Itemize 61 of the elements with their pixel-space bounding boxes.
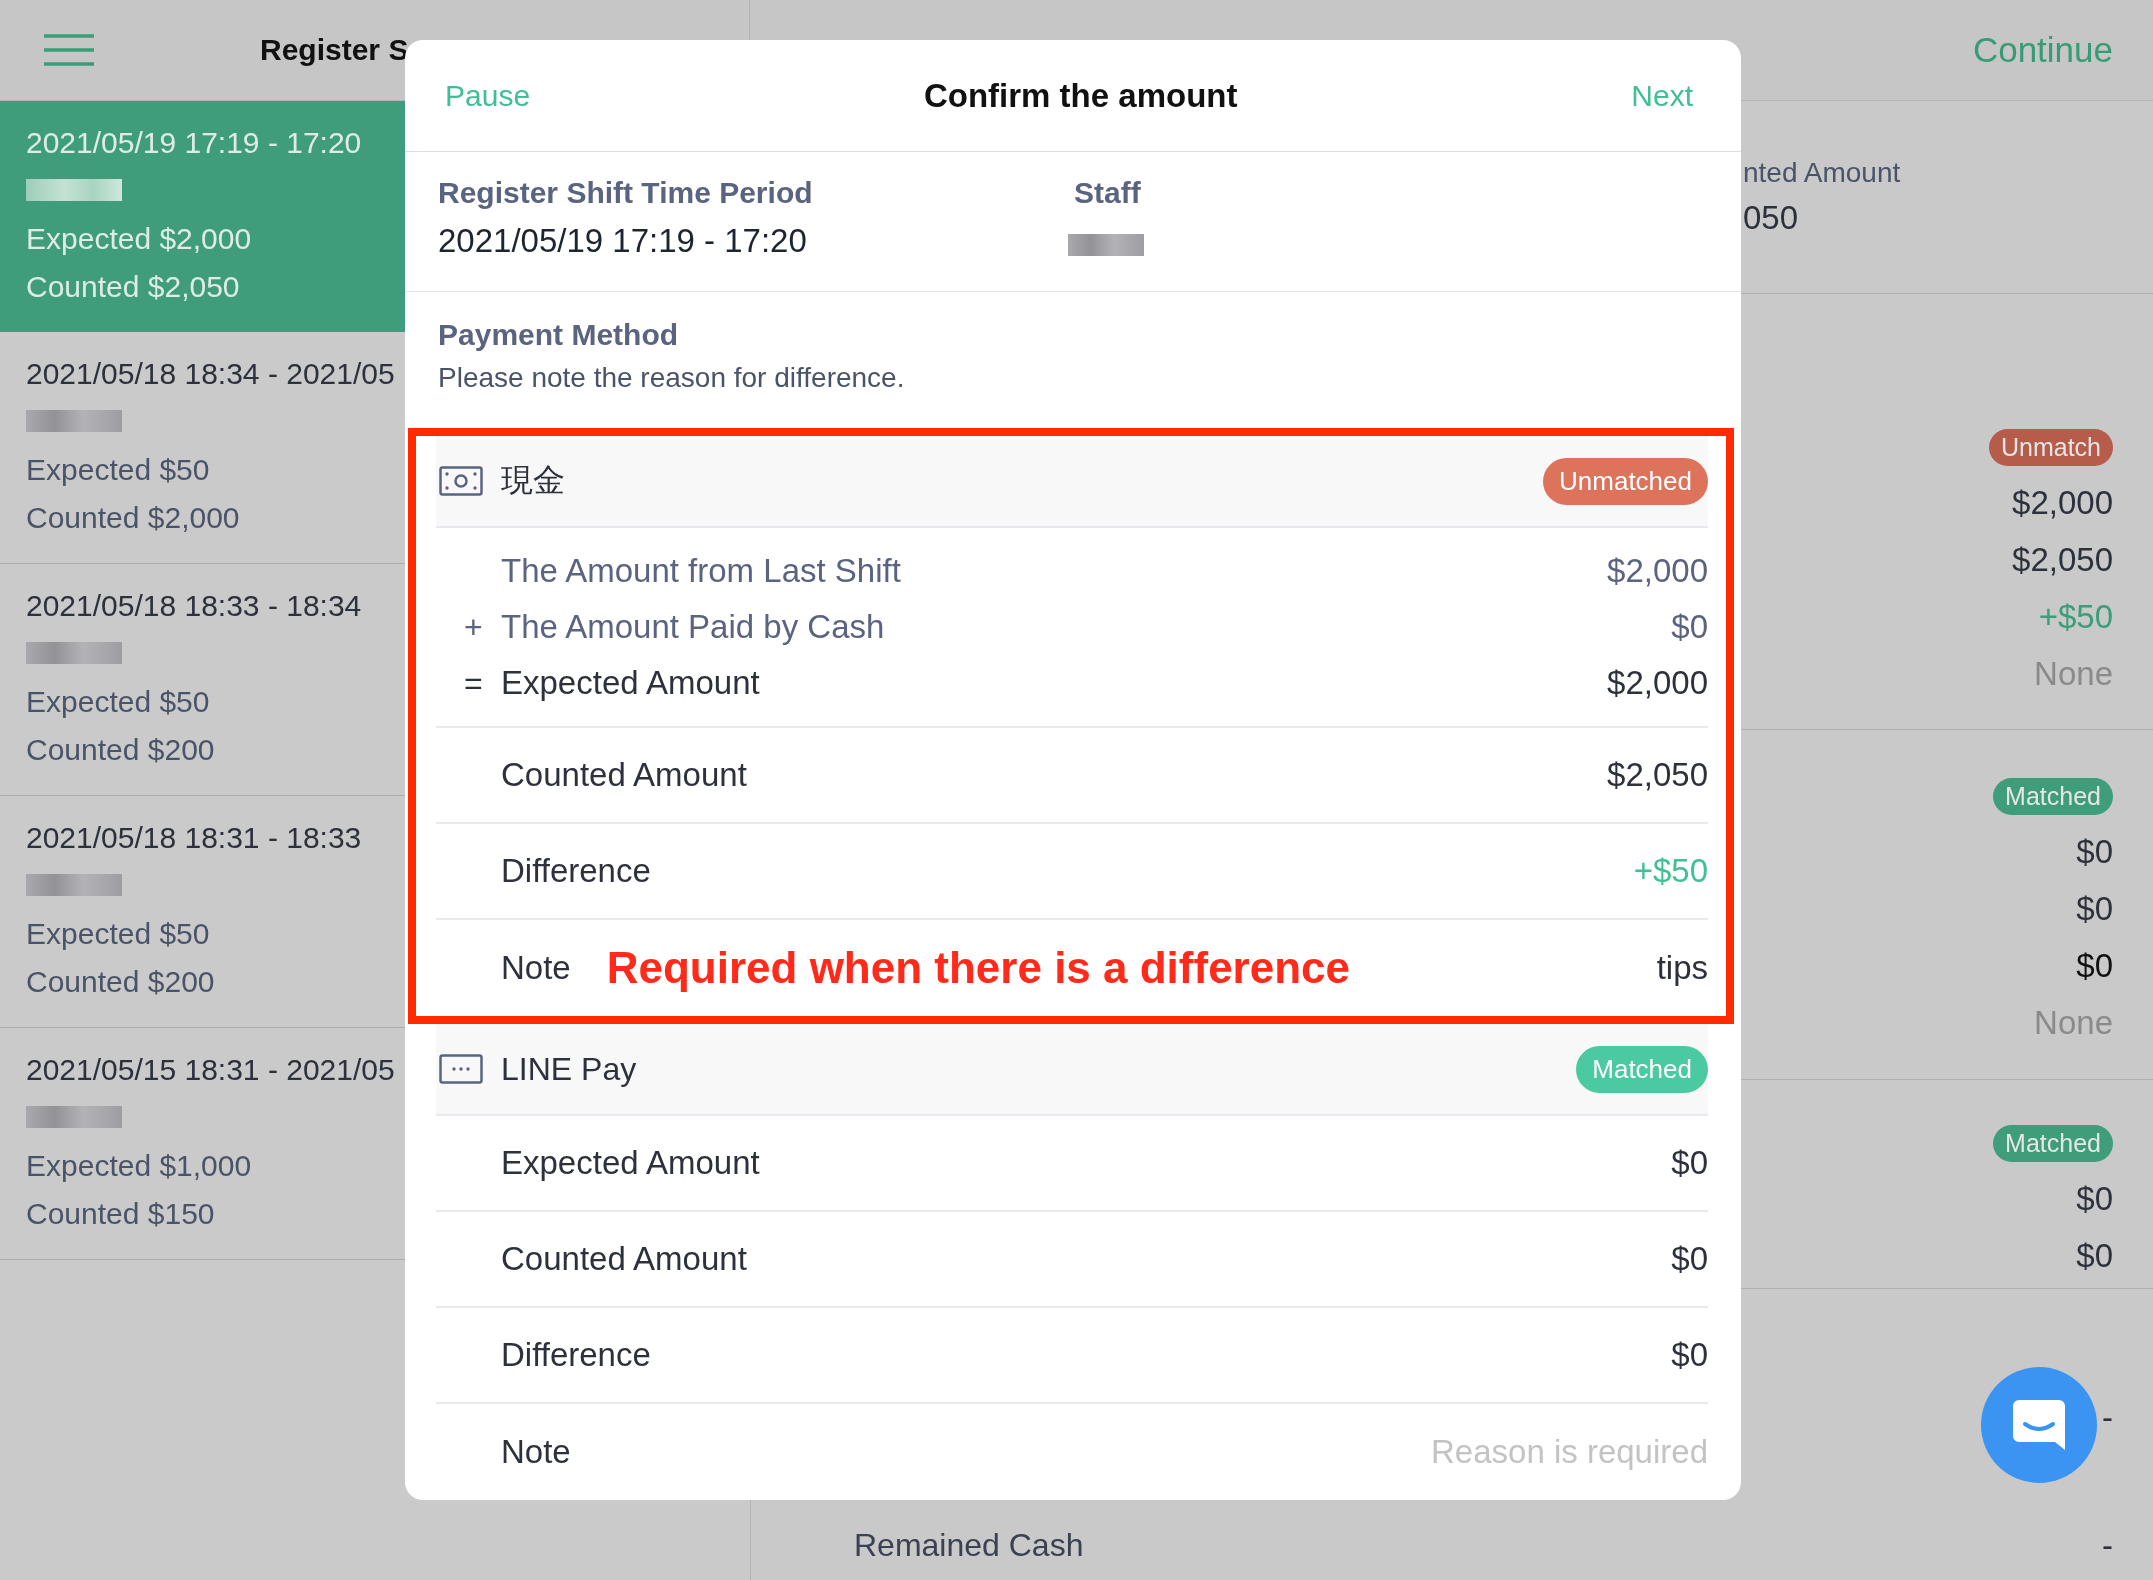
remained-cash-label: Remained Cash xyxy=(854,1526,1084,1564)
counted-amount: Counted $2,000 xyxy=(26,500,240,536)
counted-amount: Counted $200 xyxy=(26,964,215,1000)
menu-icon[interactable] xyxy=(44,34,94,66)
row-label: Counted Amount xyxy=(501,756,747,794)
expected-amount: Expected $50 xyxy=(26,452,210,488)
status-badge: Matched xyxy=(1576,1045,1708,1093)
amount-value: $2,000 xyxy=(1607,664,1708,702)
card-dots-icon xyxy=(439,1054,483,1084)
expected-amount: Expected $50 xyxy=(26,916,210,952)
payment-method-name: LINE Pay xyxy=(501,1050,638,1088)
row-label: Difference xyxy=(501,1336,651,1374)
amount-value: +$50 xyxy=(2038,597,2113,637)
row-value: $2,050 xyxy=(1607,756,1708,794)
row-label: Note xyxy=(501,949,571,987)
operator-sign: + xyxy=(463,608,484,646)
counted-amount: Counted $200 xyxy=(26,732,215,768)
note-field[interactable]: Reason is required xyxy=(594,1433,1708,1471)
screen-title: Register S xyxy=(260,33,409,67)
expected-amount: Expected $50 xyxy=(26,684,210,720)
chat-bubble-icon xyxy=(2011,1398,2067,1452)
row-label: Difference xyxy=(501,852,651,890)
amount-value: $0 xyxy=(2076,832,2113,872)
amount-value: None xyxy=(2034,654,2113,694)
amount-value: $0 xyxy=(2076,946,2113,986)
operator-sign: = xyxy=(463,664,484,702)
row-value: $0 xyxy=(1671,1336,1708,1374)
counted-amount: Counted $150 xyxy=(26,1196,215,1232)
dialog-title: Confirm the amount xyxy=(923,76,1238,115)
amount-value: $0 xyxy=(2076,1179,2113,1219)
row-label: Note xyxy=(501,1433,571,1471)
expected-amount: Expected $1,000 xyxy=(26,1148,252,1184)
staff-label: Staff xyxy=(1074,176,1142,210)
row-value: $0 xyxy=(1671,1144,1708,1182)
status-badge: Matched xyxy=(1993,778,2113,815)
shift-period: 2021/05/15 18:31 - 2021/05 xyxy=(26,1052,395,1088)
counted-amount: Counted $2,050 xyxy=(26,269,240,305)
status-badge: Unmatched xyxy=(1543,457,1708,505)
shift-period: 2021/05/18 18:31 - 18:33 xyxy=(26,820,362,856)
amount-value: $2,050 xyxy=(2012,540,2113,580)
banknote-icon xyxy=(439,466,483,496)
field-value: 050 xyxy=(1743,199,1800,237)
row-value: +$50 xyxy=(1633,852,1708,890)
shift-period: 2021/05/18 18:33 - 18:34 xyxy=(26,588,362,624)
amount-value: $0 xyxy=(2076,1236,2113,1276)
payment-method-name: 現金 xyxy=(501,461,566,500)
amount-value: $0 xyxy=(1671,608,1708,646)
status-badge: Matched xyxy=(1993,1125,2113,1162)
field-label: nted Amount xyxy=(1743,157,1902,189)
amount-value: $2,000 xyxy=(2012,483,2113,523)
amount-value: $0 xyxy=(2076,889,2113,929)
amount-value: $2,000 xyxy=(1607,552,1708,590)
amount-value: None xyxy=(2034,1003,2113,1043)
shift-period: 2021/05/19 17:19 - 17:20 xyxy=(26,125,362,161)
note-field[interactable]: tips xyxy=(1374,949,1708,987)
remained-cash-value: - xyxy=(2102,1525,2113,1566)
row-value: $0 xyxy=(1671,1240,1708,1278)
status-badge: Unmatch xyxy=(1988,429,2113,466)
amount-value: - xyxy=(2102,1398,2113,1438)
expected-amount: Expected $2,000 xyxy=(26,221,252,257)
shift-period: 2021/05/18 18:34 - 2021/05 xyxy=(26,356,395,392)
